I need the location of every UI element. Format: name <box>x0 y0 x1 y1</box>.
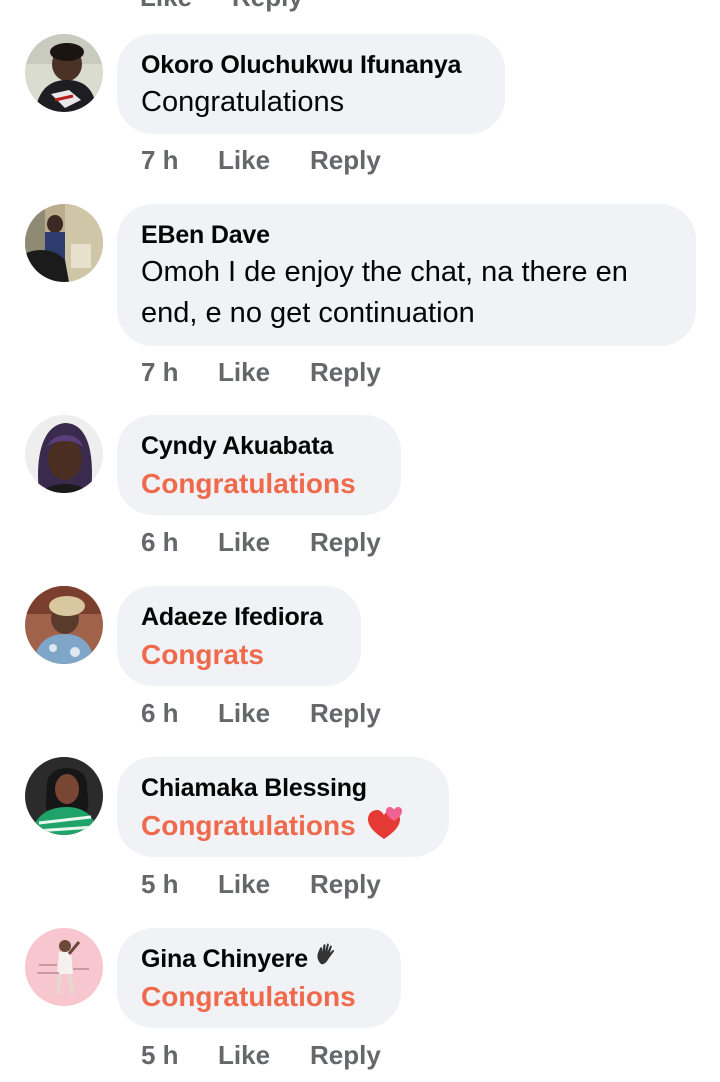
comment-author-name: Gina Chinyere <box>141 945 308 973</box>
comment-text: Congratulations <box>141 468 356 499</box>
comment-time[interactable]: 7 h <box>141 357 218 388</box>
comment-author[interactable]: Gina Chinyere <box>141 942 375 976</box>
two-hearts-icon <box>364 807 402 852</box>
comment-time[interactable]: 6 h <box>141 527 218 558</box>
previous-like-link[interactable]: Like <box>140 0 192 13</box>
previous-reply-link[interactable]: Reply <box>232 0 303 13</box>
comment-actions: 7 h Like Reply <box>141 357 381 388</box>
comment-text: Congratulations <box>141 86 345 118</box>
comment-bubble: Okoro Oluchukwu Ifunanya Congratulations <box>117 34 505 134</box>
like-link[interactable]: Like <box>218 1040 310 1071</box>
avatar[interactable] <box>25 415 103 493</box>
comment-actions: 5 h Like Reply <box>141 869 381 900</box>
reply-link[interactable]: Reply <box>310 527 381 558</box>
comment-actions: 6 h Like Reply <box>141 698 381 729</box>
previous-comment-actions: Like Reply <box>140 0 303 13</box>
comment-text-line: Omoh I de enjoy the chat, na there en <box>141 256 628 288</box>
avatar[interactable] <box>25 928 103 1006</box>
like-link[interactable]: Like <box>218 698 310 729</box>
comment-time[interactable]: 6 h <box>141 698 218 729</box>
comment-bubble: Chiamaka Blessing Congratulations <box>117 757 449 857</box>
reply-link[interactable]: Reply <box>310 869 381 900</box>
avatar[interactable] <box>25 204 103 282</box>
comment-bubble: Cyndy Akuabata Congratulations <box>117 415 401 515</box>
comment-time[interactable]: 7 h <box>141 145 218 176</box>
comment-author[interactable]: Okoro Oluchukwu Ifunanya <box>141 48 479 82</box>
reply-link[interactable]: Reply <box>310 145 381 176</box>
like-link[interactable]: Like <box>218 869 310 900</box>
comment-text: Congratulations <box>141 805 423 852</box>
reply-link[interactable]: Reply <box>310 357 381 388</box>
comment-text: Congrats <box>141 639 264 670</box>
waving-hand-icon <box>314 942 338 976</box>
reply-link[interactable]: Reply <box>310 1040 381 1071</box>
comment-text-value: Congratulations <box>141 810 356 841</box>
comment-author[interactable]: EBen Dave <box>141 218 670 252</box>
comment-time[interactable]: 5 h <box>141 1040 218 1071</box>
comment-author[interactable]: Adaeze Ifediora <box>141 600 335 634</box>
comment-bubble: Gina Chinyere Congratulations <box>117 928 401 1028</box>
avatar[interactable] <box>25 586 103 664</box>
comment-author[interactable]: Cyndy Akuabata <box>141 429 375 463</box>
avatar[interactable] <box>25 34 103 112</box>
comment-actions: 5 h Like Reply <box>141 1040 381 1071</box>
comment-author[interactable]: Chiamaka Blessing <box>141 771 423 805</box>
comment-bubble: EBen Dave Omoh I de enjoy the chat, na t… <box>117 204 696 346</box>
comment-time[interactable]: 5 h <box>141 869 218 900</box>
comment-actions: 7 h Like Reply <box>141 145 381 176</box>
like-link[interactable]: Like <box>218 145 310 176</box>
comment-actions: 6 h Like Reply <box>141 527 381 558</box>
like-link[interactable]: Like <box>218 527 310 558</box>
comment-text-line: end, e no get continuation <box>141 297 475 329</box>
avatar[interactable] <box>25 757 103 835</box>
like-link[interactable]: Like <box>218 357 310 388</box>
reply-link[interactable]: Reply <box>310 698 381 729</box>
comment-bubble: Adaeze Ifediora Congrats <box>117 586 361 686</box>
comment-text: Congratulations <box>141 981 356 1012</box>
